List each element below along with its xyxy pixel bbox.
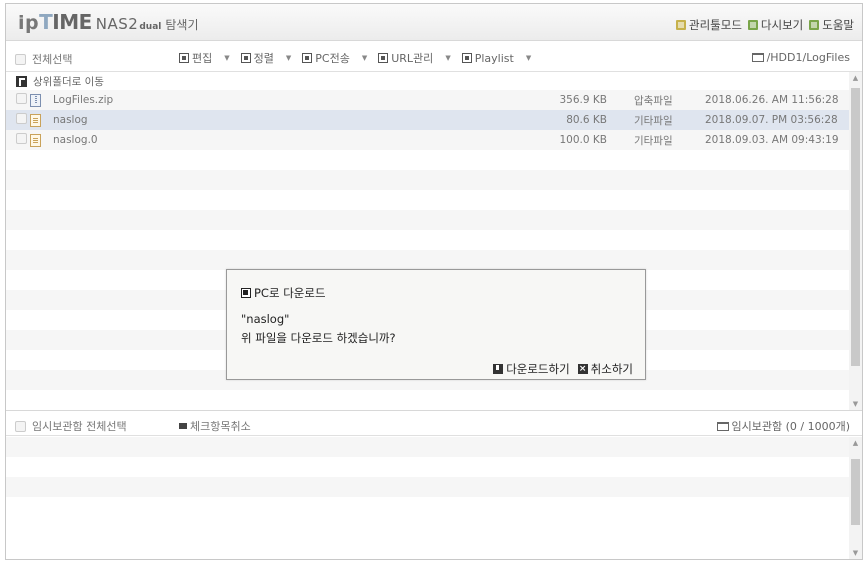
file-date: 2018.09.07. PM 03:56:28 <box>705 114 838 126</box>
empty-row <box>6 190 849 210</box>
file-row[interactable]: LogFiles.zip 356.9 KB 압축파일 2018.06.26. A… <box>6 90 849 110</box>
clear-checked-button[interactable]: 체크항목취소 <box>179 418 251 434</box>
temp-storage-bar: 임시보관함 전체선택 체크항목취소 임시보관함 (0 / 1000개) <box>6 410 862 436</box>
zip-file-icon <box>30 93 41 107</box>
admin-tool-icon <box>676 20 687 30</box>
file-checkbox[interactable] <box>16 113 27 124</box>
help-link[interactable]: 도움말 <box>809 17 854 33</box>
download-dialog: PC로 다운로드 "naslog" 위 파일을 다운로드 하겠습니까? 다운로드… <box>226 269 646 380</box>
dropdown-arrow-icon: ▼ <box>525 54 532 62</box>
refresh-link[interactable]: 다시보기 <box>747 17 803 33</box>
scroll-up-icon[interactable]: ▲ <box>849 439 862 447</box>
toolbar-menu: 편집 ▼ 정렬 ▼ PC전송 ▼ URL관리 ▼ Playlist ▼ <box>179 50 542 66</box>
cancel-button[interactable]: × 취소하기 <box>577 361 633 377</box>
file-row-selected[interactable]: naslog 80.6 KB 기타파일 2018.09.07. PM 03:56… <box>6 110 849 130</box>
dropdown-arrow-icon: ▼ <box>361 54 368 62</box>
temp-storage-list <box>6 437 849 559</box>
file-type: 기타파일 <box>634 134 673 147</box>
temp-storage-count[interactable]: 임시보관함 (0 / 1000개) <box>716 418 850 434</box>
dropdown-arrow-icon: ▼ <box>445 54 451 62</box>
scroll-down-icon[interactable]: ▼ <box>849 400 862 408</box>
help-icon <box>809 20 820 30</box>
file-name[interactable]: naslog <box>53 114 88 126</box>
parent-folder-link[interactable]: 상위폴더로 이동 <box>6 72 849 90</box>
empty-row <box>6 150 849 170</box>
close-icon: × <box>577 364 588 374</box>
empty-row <box>6 210 849 230</box>
scroll-down-icon[interactable]: ▼ <box>849 549 862 557</box>
current-path[interactable]: /HDD1/LogFiles <box>751 51 850 64</box>
scroll-thumb[interactable] <box>851 88 860 366</box>
file-date: 2018.06.26. AM 11:56:28 <box>705 94 839 106</box>
logo-model: NAS2 <box>95 15 139 33</box>
empty-row <box>6 477 849 497</box>
iptime-logo: ip TIME NAS2 dual 탐색기 <box>18 10 198 34</box>
empty-row <box>6 170 849 190</box>
sort-menu[interactable]: 정렬 ▼ <box>240 50 292 66</box>
empty-row <box>6 437 849 457</box>
dropdown-arrow-icon: ▼ <box>285 54 292 62</box>
sort-icon <box>240 53 251 63</box>
folder-up-icon <box>16 75 27 87</box>
file-name[interactable]: LogFiles.zip <box>53 94 113 106</box>
dialog-buttons: 다운로드하기 × 취소하기 <box>493 361 633 377</box>
header: ip TIME NAS2 dual 탐색기 관리툴모드 다시보기 도움말 <box>6 4 862 41</box>
folder-icon <box>751 53 764 62</box>
pc-transfer-icon <box>302 53 313 63</box>
empty-row <box>6 390 849 410</box>
scroll-up-icon[interactable]: ▲ <box>849 74 862 82</box>
toolbar: 전체선택 편집 ▼ 정렬 ▼ PC전송 ▼ URL관리 ▼ Playlist ▼… <box>6 42 862 72</box>
playlist-icon <box>461 53 472 63</box>
file-name[interactable]: naslog.0 <box>53 134 98 146</box>
top-menu: 관리툴모드 다시보기 도움말 <box>676 17 854 33</box>
logo-ip: ip <box>18 12 40 34</box>
temp-select-all-checkbox[interactable] <box>15 420 26 432</box>
playlist-menu[interactable]: Playlist ▼ <box>461 50 532 66</box>
scroll-thumb[interactable] <box>851 459 860 525</box>
dialog-message: 위 파일을 다운로드 하겠습니까? <box>241 331 396 345</box>
url-manage-icon <box>378 53 389 63</box>
download-icon <box>493 364 504 374</box>
text-file-icon <box>30 133 41 147</box>
file-list-scrollbar[interactable]: ▲ ▼ <box>849 72 862 410</box>
edit-menu[interactable]: 편집 ▼ <box>179 50 230 66</box>
select-all-checkbox[interactable] <box>15 53 26 65</box>
pc-download-icon <box>241 288 251 298</box>
logo-time: TIME <box>39 10 92 34</box>
file-date: 2018.09.03. AM 09:43:19 <box>705 134 839 146</box>
logo-dual: dual <box>139 22 162 32</box>
url-manage-menu[interactable]: URL관리 ▼ <box>378 50 451 66</box>
file-checkbox[interactable] <box>16 93 27 104</box>
empty-row <box>6 497 849 517</box>
refresh-icon <box>747 20 758 30</box>
file-size: 80.6 KB <box>566 114 607 126</box>
app-title: 탐색기 <box>165 18 199 32</box>
minus-icon <box>179 423 187 429</box>
file-size: 100.0 KB <box>559 134 608 146</box>
file-type: 압축파일 <box>634 94 673 107</box>
empty-row <box>6 457 849 477</box>
download-button[interactable]: 다운로드하기 <box>493 361 570 377</box>
dialog-filename: "naslog" <box>241 312 290 326</box>
dropdown-arrow-icon: ▼ <box>224 54 230 62</box>
edit-icon <box>179 53 189 63</box>
dialog-title: PC로 다운로드 <box>241 285 326 301</box>
pc-transfer-menu[interactable]: PC전송 ▼ <box>302 50 367 66</box>
empty-row <box>6 230 849 250</box>
temp-list-scrollbar[interactable]: ▲ ▼ <box>849 437 862 559</box>
file-checkbox[interactable] <box>16 133 27 144</box>
file-size: 356.9 KB <box>559 94 608 106</box>
folder-icon <box>716 421 729 431</box>
empty-row <box>6 250 849 270</box>
temp-select-all[interactable]: 임시보관함 전체선택 <box>15 418 127 434</box>
select-all[interactable]: 전체선택 <box>15 51 72 67</box>
admin-tool-mode-link[interactable]: 관리툴모드 <box>676 17 742 33</box>
text-file-icon <box>30 113 41 127</box>
file-row[interactable]: naslog.0 100.0 KB 기타파일 2018.09.03. AM 09… <box>6 130 849 150</box>
file-type: 기타파일 <box>634 114 673 127</box>
